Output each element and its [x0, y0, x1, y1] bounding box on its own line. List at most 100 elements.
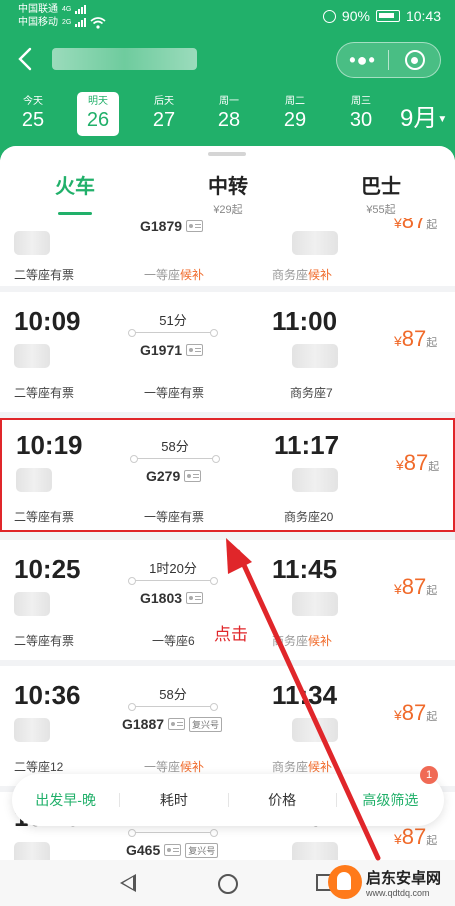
- station-blurred: [292, 231, 338, 255]
- battery-percent: 90%: [341, 8, 370, 24]
- tab-label: 火车: [55, 176, 95, 198]
- date-item-0[interactable]: 今天 25: [12, 92, 54, 136]
- date-item-3[interactable]: 周一 28: [208, 92, 250, 136]
- date-item-1-selected[interactable]: 明天 26: [77, 92, 119, 136]
- date-day: 29: [283, 109, 307, 131]
- arrival-time: 11:00: [272, 306, 338, 336]
- id-card-icon: [168, 718, 186, 730]
- arrival-time: 11:45: [272, 554, 338, 584]
- header: 中国联通 4G 中国移动 2G 90% 10:43 •●• 今天 25 明天 2…: [0, 0, 455, 160]
- filter-price[interactable]: 价格: [229, 790, 336, 810]
- train-number: G279: [146, 468, 202, 484]
- route-line: [128, 829, 218, 837]
- signal-icon: [75, 5, 87, 14]
- tab-label: 中转: [208, 176, 248, 198]
- seat-second-class: 二等座有票: [14, 634, 75, 648]
- seat-second-class: 二等座有票: [14, 386, 75, 400]
- arrival-time: 11:17: [274, 430, 340, 460]
- station-blurred: [14, 842, 50, 860]
- duration: 51分: [159, 313, 187, 328]
- departure-time: 10:25: [14, 554, 81, 584]
- filter-count-badge: 1: [420, 766, 438, 784]
- train-number: G1879: [140, 218, 204, 234]
- seat-second-class: 二等座12: [14, 760, 64, 774]
- duration: 58分: [161, 439, 189, 454]
- date-item-4[interactable]: 周二 29: [274, 92, 316, 136]
- price: ¥87起: [394, 574, 438, 599]
- seat-business: 商务座7: [290, 386, 333, 400]
- station-blurred: [292, 718, 338, 742]
- date-item-5[interactable]: 周三 30: [340, 92, 382, 136]
- seat-business: 商务座候补: [272, 268, 333, 282]
- price: ¥87起: [394, 326, 438, 351]
- dropdown-arrow-icon: ▼: [437, 114, 448, 126]
- tab-underline: [58, 212, 92, 215]
- station-blurred: [14, 718, 50, 742]
- id-card-icon: [186, 344, 204, 356]
- transport-tabs: 火车 中转 ¥29起 巴士 ¥55起: [0, 146, 455, 218]
- id-card-icon: [186, 592, 204, 604]
- date-day: 27: [152, 109, 176, 131]
- watermark-logo-icon: [328, 865, 362, 899]
- tab-bus[interactable]: 巴士 ¥55起: [326, 170, 436, 217]
- tab-price: ¥55起: [366, 204, 396, 216]
- carrier-2-network: 2G: [62, 19, 72, 26]
- month-picker[interactable]: 9月▼: [400, 98, 447, 133]
- route-line: [128, 329, 218, 337]
- nav-home-icon[interactable]: [218, 874, 238, 894]
- date-item-2[interactable]: 后天 27: [143, 92, 185, 136]
- fuxing-badge: 复兴号: [185, 842, 219, 858]
- seat-first-class: 一等座有票: [144, 510, 205, 524]
- month-label: 9月: [400, 105, 438, 132]
- price: ¥87起: [394, 700, 438, 725]
- tab-train[interactable]: 火车: [20, 170, 130, 199]
- drag-handle[interactable]: [208, 152, 246, 156]
- filter-departure-order[interactable]: 出发早-晚: [12, 790, 119, 810]
- wifi-icon: [90, 16, 106, 29]
- filter-advanced[interactable]: 高级筛选: [337, 790, 444, 810]
- nav-back-icon[interactable]: [120, 874, 136, 892]
- date-day: 26: [86, 109, 110, 131]
- seat-business: 商务座20: [284, 510, 334, 524]
- train-number: G1971: [140, 342, 204, 358]
- tab-transfer[interactable]: 中转 ¥29起: [173, 170, 283, 217]
- train-number: G1803: [140, 590, 204, 606]
- clock: 10:43: [405, 8, 441, 24]
- miniprogram-capsule: •●•: [336, 42, 441, 78]
- status-bar: 中国联通 4G 中国移动 2G 90% 10:43: [0, 0, 455, 34]
- watermark-url: www.qdtdq.com: [366, 887, 430, 898]
- station-blurred: [14, 231, 50, 255]
- more-dots-icon[interactable]: •●•: [337, 50, 388, 71]
- results-sheet: 火车 中转 ¥29起 巴士 ¥55起 G1879 ¥87起 二等座有票 一等座候…: [0, 146, 455, 860]
- route-line: [128, 577, 218, 585]
- station-blurred: [16, 468, 52, 492]
- date-label: 后天: [154, 96, 174, 107]
- signal-icon: [75, 18, 87, 27]
- departure-time: 10:09: [14, 306, 81, 336]
- carrier-info: 中国联通 4G 中国移动 2G: [18, 3, 106, 29]
- fuxing-badge: 复兴号: [189, 716, 223, 732]
- train-number: G465 复兴号: [126, 842, 219, 858]
- seat-business: 商务座候补: [272, 634, 333, 648]
- filter-duration[interactable]: 耗时: [120, 790, 227, 810]
- carrier-1: 中国联通: [18, 4, 58, 15]
- date-selector: 今天 25 明天 26 后天 27 周一 28 周二 29 周三 30 9月▼: [0, 92, 455, 138]
- station-blurred: [292, 592, 338, 616]
- train-card-highlighted[interactable]: 10:19 58分 G279 11:17 ¥87起 二等座有票 一等座有票 商务…: [0, 418, 455, 532]
- seat-first-class: 一等座候补: [144, 268, 205, 282]
- close-target-icon[interactable]: [389, 50, 440, 70]
- carrier-1-network: 4G: [62, 6, 72, 13]
- train-card[interactable]: 10:36 58分 G1887 复兴号 11:34 ¥87起 二等座12 一等座候…: [0, 666, 455, 786]
- tab-price: ¥29起: [213, 204, 243, 216]
- train-card[interactable]: 10:09 51分 G1971 11:00 ¥87起 二等座有票 一等座有票 商…: [0, 292, 455, 412]
- back-arrow-icon[interactable]: [14, 46, 38, 71]
- date-label: 今天: [23, 96, 43, 107]
- tab-label: 巴士: [361, 176, 401, 198]
- seat-first-class: 一等座有票: [144, 386, 205, 400]
- date-label: 明天: [88, 96, 108, 107]
- date-day: 30: [349, 109, 373, 131]
- seat-first-class: 一等座6: [152, 634, 195, 648]
- watermark-name: 启东安卓网: [366, 869, 442, 887]
- status-right: 90% 10:43: [322, 8, 441, 24]
- duration: 58分: [159, 687, 187, 702]
